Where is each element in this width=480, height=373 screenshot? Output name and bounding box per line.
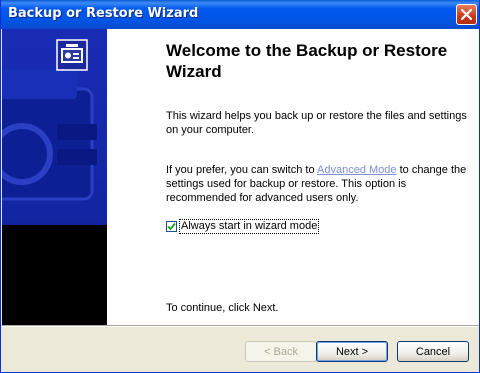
advanced-mode-text: If you prefer, you can switch to Advance… (166, 163, 471, 205)
title-bar[interactable]: Backup or Restore Wizard (1, 0, 479, 29)
wizard-mode-option[interactable]: Always start in wizard mode (166, 219, 320, 234)
side-banner (2, 29, 107, 325)
advanced-prefix: If you prefer, you can switch to (166, 164, 318, 176)
checkmark-icon (167, 222, 176, 231)
side-banner-bottom (2, 225, 107, 325)
continue-text: To continue, click Next. (166, 302, 279, 314)
wizard-mode-checkbox[interactable] (166, 221, 177, 232)
wizard-mode-label[interactable]: Always start in wizard mode (179, 219, 320, 234)
backup-wizard-icon (56, 39, 88, 71)
wizard-window: Backup or Restore Wizard Welcome to the (0, 0, 480, 373)
close-icon (461, 9, 472, 20)
page-title: Welcome to the Backup or Restore Wizard (166, 41, 448, 81)
intro-text: This wizard helps you back up or restore… (166, 110, 467, 136)
next-button[interactable]: Next > (316, 341, 388, 362)
close-button[interactable] (456, 4, 477, 25)
back-button[interactable]: < Back (245, 341, 317, 362)
advanced-mode-link[interactable]: Advanced Mode (317, 164, 397, 176)
cancel-button[interactable]: Cancel (397, 341, 469, 362)
content-panel: Welcome to the Backup or Restore Wizard … (107, 29, 479, 325)
watermark-graphic (2, 69, 97, 201)
footer-separator (1, 325, 479, 327)
window-title: Backup or Restore Wizard (8, 6, 199, 21)
